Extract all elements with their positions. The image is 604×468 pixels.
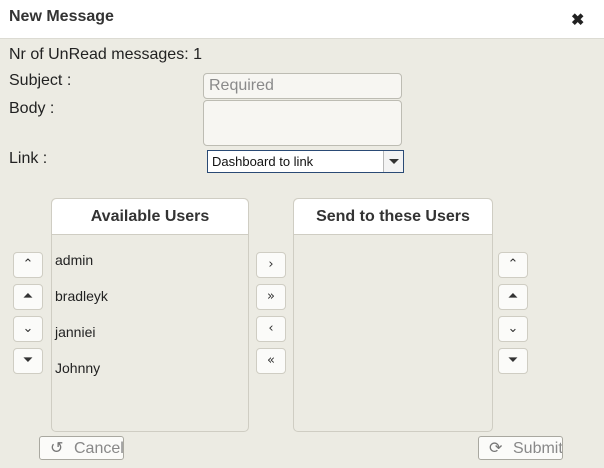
chevron-left-icon: ‹ [268, 321, 274, 336]
list-item[interactable]: janniei [55, 324, 95, 340]
move-all-right-button[interactable]: » [256, 284, 286, 310]
available-move-down-button[interactable]: ⌄ [13, 316, 43, 342]
double-chevron-up-icon: ⏶ [507, 289, 519, 304]
double-chevron-right-icon: » [267, 289, 275, 304]
chevron-up-icon: ⌃ [507, 257, 519, 272]
body-label: Body : [9, 100, 55, 117]
double-chevron-up-icon: ⏶ [22, 289, 34, 304]
move-left-button[interactable]: ‹ [256, 316, 286, 342]
chevron-right-icon: › [268, 257, 274, 272]
subject-label: Subject : [9, 72, 72, 89]
double-chevron-down-icon: ⏷ [507, 353, 519, 368]
move-all-left-button[interactable]: « [256, 348, 286, 374]
selected-move-bottom-button[interactable]: ⏷ [498, 348, 528, 374]
submit-button[interactable]: ⟳ Submit [478, 436, 563, 460]
subject-input[interactable] [203, 73, 402, 99]
chevron-up-icon: ⌃ [22, 257, 34, 272]
dialog-title: New Message [9, 8, 114, 25]
available-users-header: Available Users [52, 199, 248, 235]
list-item[interactable]: admin [55, 252, 93, 268]
available-move-top-button[interactable]: ⏶ [13, 284, 43, 310]
unread-count: Nr of UnRead messages: 1 [9, 46, 202, 63]
chevron-down-icon: ⌄ [507, 321, 519, 336]
cancel-button[interactable]: ↺ Cancel [39, 436, 124, 460]
refresh-icon: ⟳ [489, 438, 503, 457]
submit-label: Submit [513, 440, 563, 457]
list-item[interactable]: bradleyk [55, 288, 108, 304]
chevron-down-icon: ⌄ [22, 321, 34, 336]
selected-move-up-button[interactable]: ⌃ [498, 252, 528, 278]
list-item[interactable]: Johnny [55, 360, 100, 376]
link-label: Link : [9, 150, 48, 167]
available-users-panel: Available Users admin bradleyk janniei J… [51, 198, 249, 432]
send-to-users-panel: Send to these Users [293, 198, 493, 432]
selected-move-down-button[interactable]: ⌄ [498, 316, 528, 342]
double-chevron-down-icon: ⏷ [22, 353, 34, 368]
undo-icon: ↺ [50, 438, 64, 457]
cancel-label: Cancel [74, 440, 124, 457]
available-move-bottom-button[interactable]: ⏷ [13, 348, 43, 374]
send-to-users-header: Send to these Users [294, 199, 492, 235]
link-select-value: Dashboard to link [212, 154, 314, 169]
body-textarea[interactable] [203, 100, 402, 146]
double-chevron-left-icon: « [267, 353, 275, 368]
available-move-up-button[interactable]: ⌃ [13, 252, 43, 278]
close-icon[interactable]: ✖ [571, 10, 584, 30]
dialog-titlebar: New Message ✖ [0, 0, 604, 39]
link-select[interactable]: Dashboard to link [207, 150, 404, 173]
selected-move-top-button[interactable]: ⏶ [498, 284, 528, 310]
chevron-down-icon[interactable] [383, 151, 403, 172]
move-right-button[interactable]: › [256, 252, 286, 278]
